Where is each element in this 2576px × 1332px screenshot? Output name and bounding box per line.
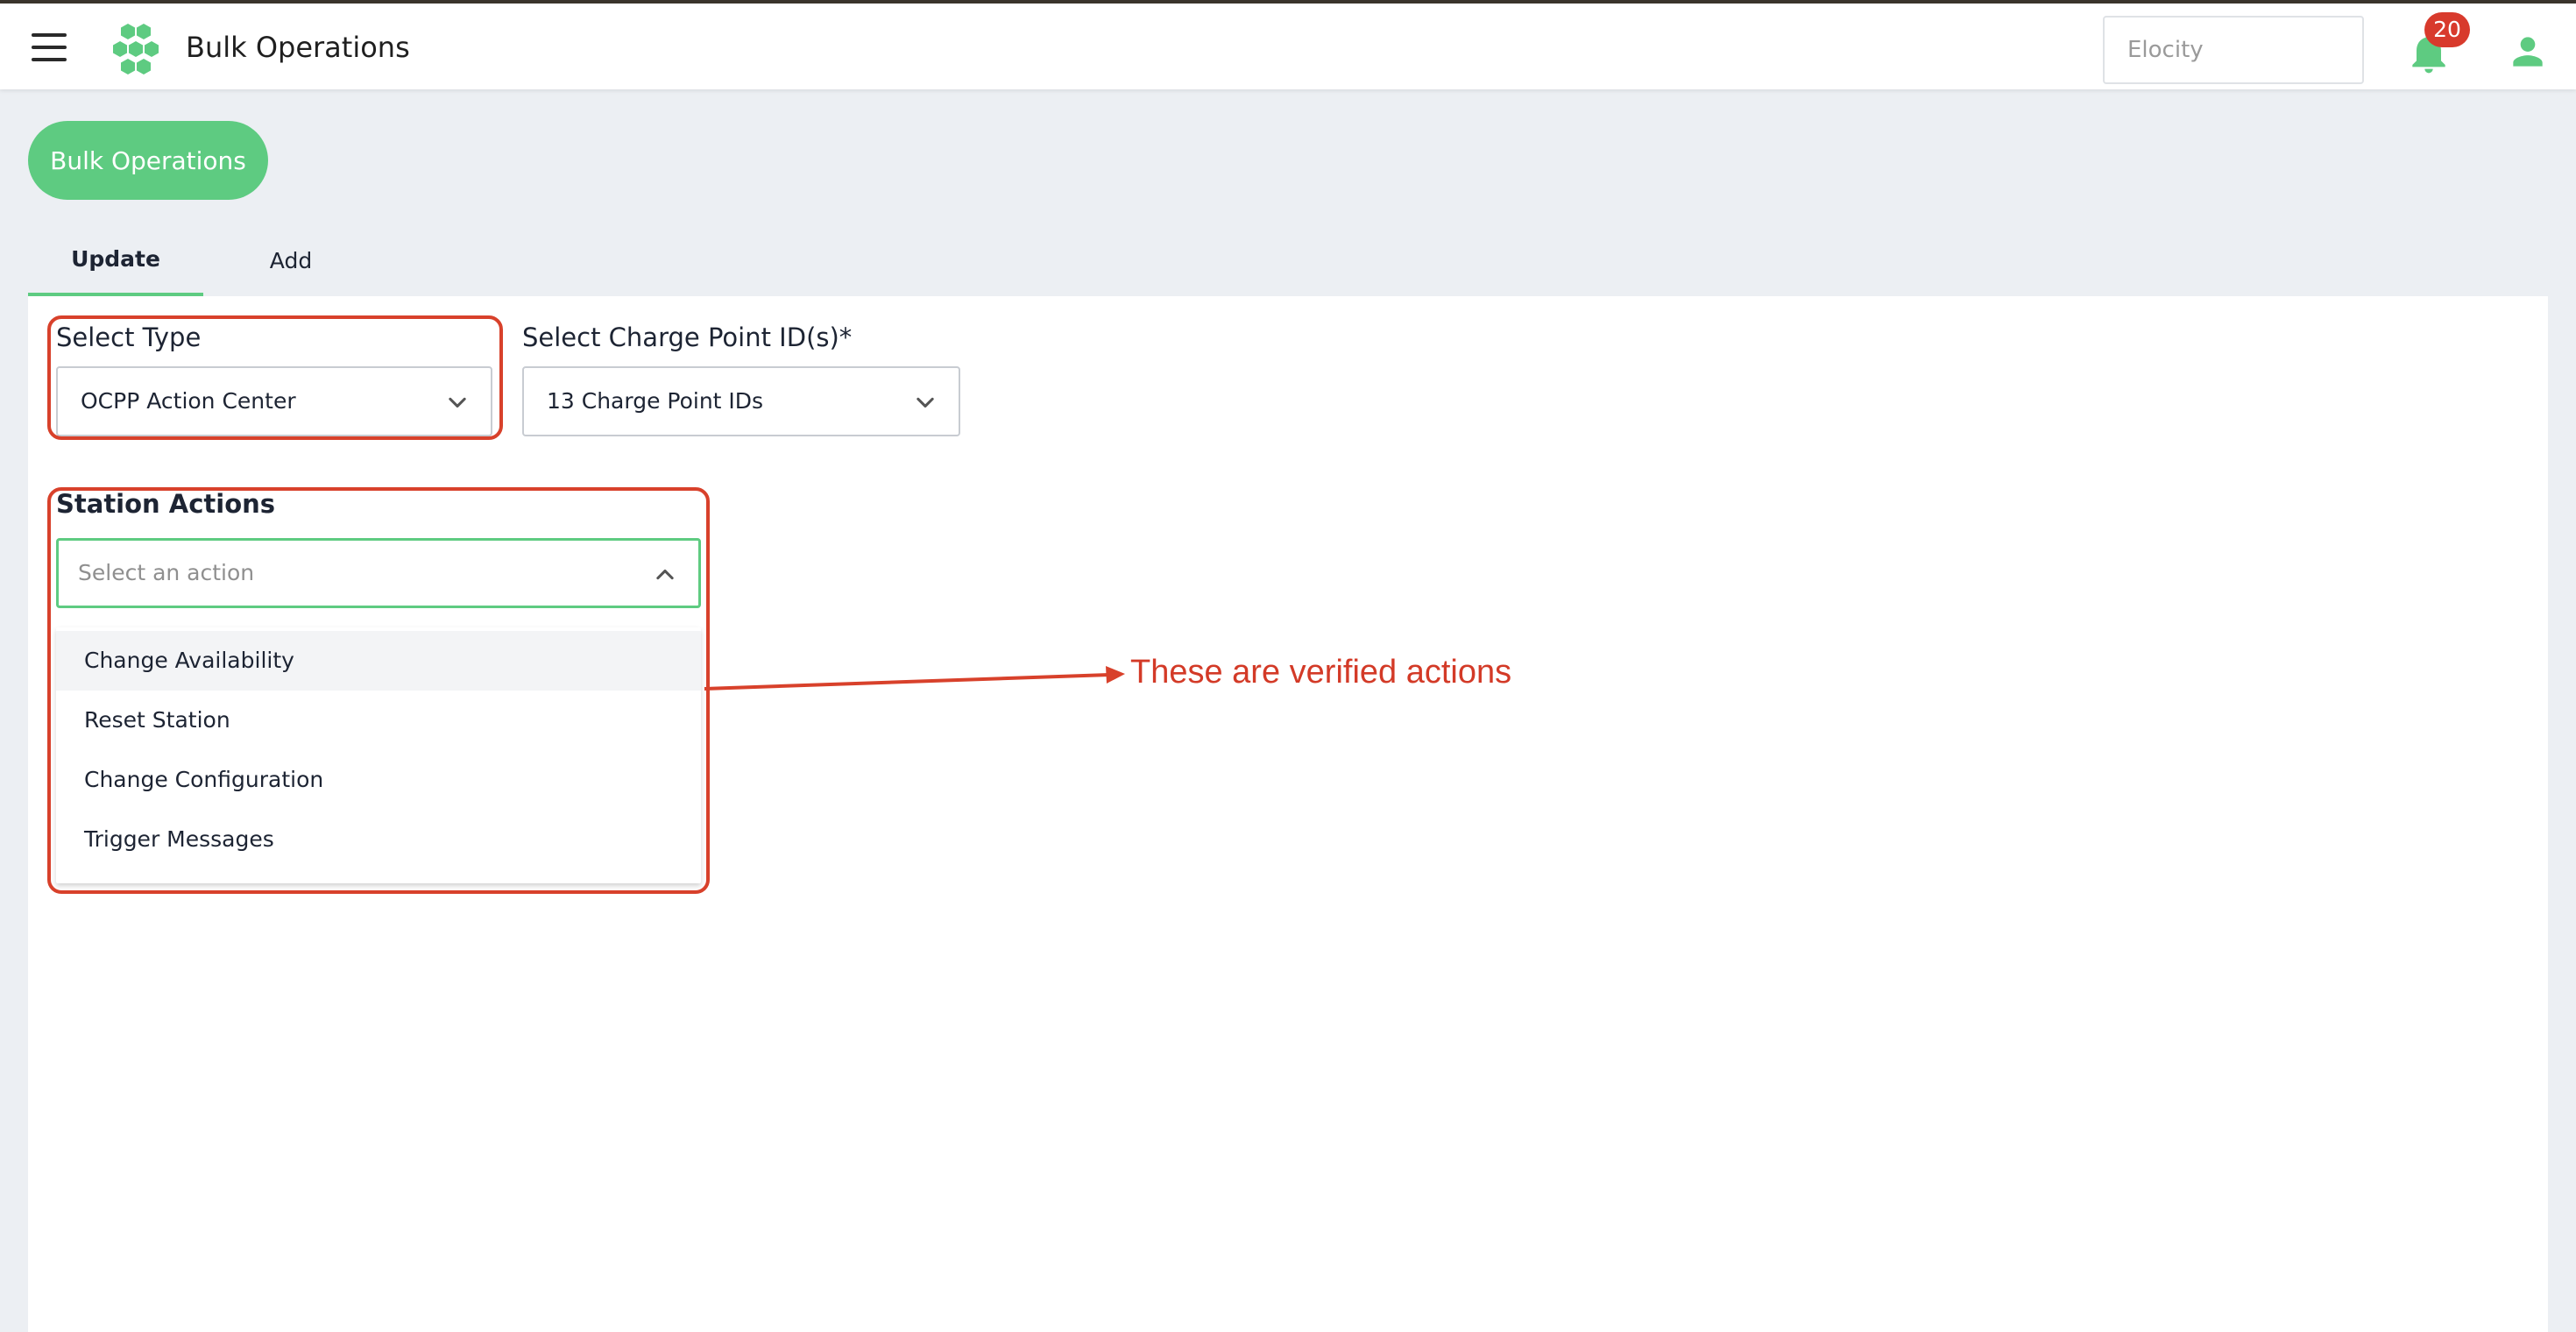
charge-point-value: 13 Charge Point IDs	[547, 388, 764, 414]
search-input[interactable]	[2103, 16, 2364, 84]
tab-bar: Update Add	[28, 226, 379, 298]
menu-icon[interactable]	[26, 30, 72, 65]
tab-add[interactable]: Add	[203, 226, 379, 298]
chevron-down-icon	[916, 397, 934, 408]
top-bar: Bulk Operations 20	[0, 0, 2576, 89]
charge-point-label: Select Charge Point ID(s)*	[522, 322, 853, 352]
charge-point-dropdown[interactable]: 13 Charge Point IDs	[522, 366, 960, 436]
annotation-outline-station-actions	[47, 487, 710, 894]
user-icon[interactable]	[2506, 30, 2550, 74]
annotation-text: These are verified actions	[1130, 654, 1512, 691]
notification-badge: 20	[2424, 12, 2470, 47]
logo-hexagons-icon	[113, 24, 159, 74]
app-title: Bulk Operations	[186, 31, 410, 64]
tab-update[interactable]: Update	[28, 226, 203, 298]
annotation-outline-select-type	[47, 315, 503, 440]
annotation-arrow-icon	[704, 666, 1125, 691]
bulk-operations-button[interactable]: Bulk Operations	[28, 121, 268, 200]
